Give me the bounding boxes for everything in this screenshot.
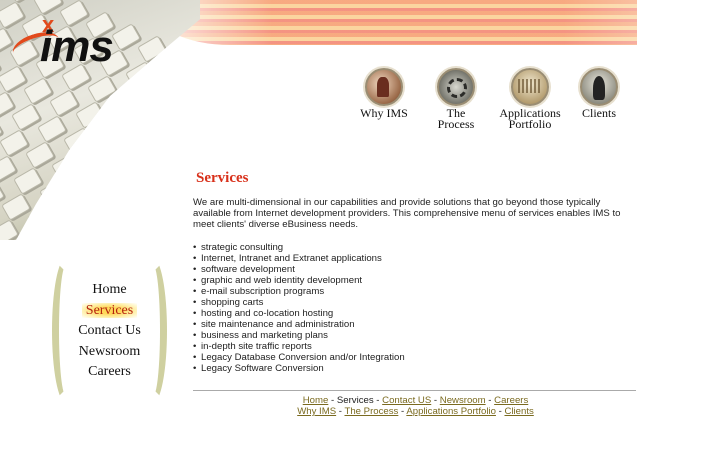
- footer-link-newsroom[interactable]: Newsroom: [440, 395, 486, 406]
- page-title: Services: [196, 170, 249, 186]
- keyboard-key: [165, 111, 195, 139]
- divider: [193, 390, 636, 391]
- keyboard-key: [191, 123, 200, 151]
- left-nav-careers[interactable]: Careers: [52, 362, 167, 383]
- top-nav-why-ims[interactable]: Why IMS: [355, 68, 413, 119]
- list-item: Internet, Intranet and Extranet applicat…: [193, 253, 638, 264]
- left-nav: Home Services Contact Us Newsroom Career…: [52, 258, 167, 403]
- keyboard-key: [53, 217, 83, 240]
- keyboard-key: [189, 59, 200, 87]
- left-nav-contact-us[interactable]: Contact Us: [52, 321, 167, 342]
- footer-link-contact-us[interactable]: Contact US: [382, 395, 431, 406]
- keyboard-key: [79, 229, 109, 240]
- keyboard-key: [127, 125, 157, 153]
- list-item: in-depth site traffic reports: [193, 341, 638, 352]
- footer-row-2: Why IMS - The Process - Applications Por…: [297, 406, 534, 417]
- top-nav-applications-portfolio[interactable]: Applications Portfolio: [495, 68, 565, 130]
- keyboard-key: [103, 177, 133, 205]
- keyboard-key: [115, 151, 145, 179]
- keyboard-key: [177, 85, 200, 113]
- keyboard-key: [117, 215, 147, 240]
- gear-icon: [437, 68, 475, 106]
- keyboard-key: [143, 227, 173, 240]
- keyboard-key: [151, 73, 181, 101]
- keyboard-key: [113, 87, 143, 115]
- footer-link-careers[interactable]: Careers: [494, 395, 528, 406]
- keyboard-key: [155, 201, 185, 229]
- keyboard-key: [153, 137, 183, 165]
- keyboard-key: [129, 189, 159, 217]
- list-item: shopping carts: [193, 297, 638, 308]
- list-item: business and marketing plans: [193, 330, 638, 341]
- left-nav-services[interactable]: Services: [52, 301, 167, 322]
- keyboard-key: [139, 99, 169, 127]
- keyboard-key: [101, 113, 131, 141]
- list-item: strategic consulting: [193, 242, 638, 253]
- footer-nav: Home - Services - Contact US - Newsroom …: [193, 395, 638, 417]
- person-icon: [580, 68, 618, 106]
- main-content: Services We are multi-dimensional in our…: [193, 168, 638, 391]
- footer-current-services: Services: [336, 395, 374, 406]
- keyboard-key: [65, 191, 95, 219]
- footer-link-clients[interactable]: Clients: [504, 406, 533, 417]
- ims-logo[interactable]: x ims: [9, 12, 142, 72]
- footer-link-home[interactable]: Home: [303, 395, 329, 406]
- top-nav-the-process[interactable]: The Process: [427, 68, 485, 130]
- left-nav-home[interactable]: Home: [52, 280, 167, 301]
- services-list: strategic consulting Internet, Intranet …: [193, 242, 638, 374]
- list-item: hosting and co-location hosting: [193, 308, 638, 319]
- keyboard-key: [89, 139, 119, 167]
- chess-piece-icon: [365, 68, 403, 106]
- keyboard-key: [141, 163, 171, 191]
- keyboard-key: [163, 47, 193, 75]
- left-nav-newsroom[interactable]: Newsroom: [52, 342, 167, 363]
- footer-row-1: Home - Services - Contact US - Newsroom …: [302, 395, 529, 406]
- list-item: Legacy Software Conversion: [193, 363, 638, 374]
- footer-link-why-ims[interactable]: Why IMS: [297, 406, 336, 417]
- top-nav-clients[interactable]: Clients: [575, 68, 623, 119]
- top-nav: Why IMS The Process Applications Portfolio…: [355, 68, 635, 130]
- list-item: software development: [193, 264, 638, 275]
- list-item: e-mail subscription programs: [193, 286, 638, 297]
- keyboard-key: [91, 203, 121, 231]
- list-item: graphic and web identity development: [193, 275, 638, 286]
- footer-link-applications-portfolio[interactable]: Applications Portfolio: [406, 406, 496, 417]
- list-item: site maintenance and administration: [193, 319, 638, 330]
- folder-icon: [511, 68, 549, 106]
- intro-paragraph: We are multi-dimensional in our capabili…: [193, 197, 621, 230]
- footer-link-the-process[interactable]: The Process: [344, 406, 398, 417]
- list-item: Legacy Database Conversion and/or Integr…: [193, 352, 638, 363]
- keyboard-key: [77, 165, 107, 193]
